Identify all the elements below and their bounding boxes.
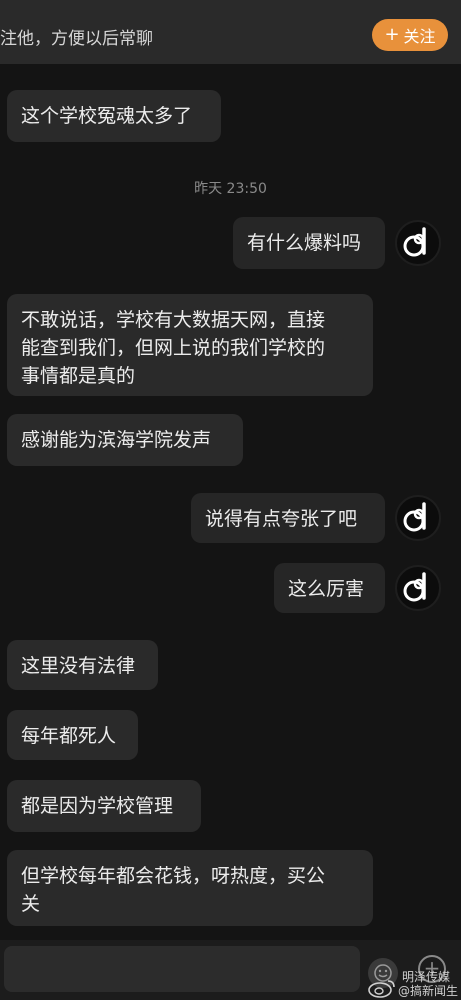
message-input[interactable]	[4, 946, 360, 992]
message-received: 这个学校冤魂太多了	[7, 90, 221, 142]
plus-icon: +	[384, 24, 400, 45]
avatar-logo-icon	[403, 502, 426, 532]
message-received: 都是因为学校管理	[7, 780, 201, 832]
message-received: 不敢说话，学校有大数据天网，直接 能查到我们，但网上说的我们学校的 事情都是真的	[7, 294, 373, 396]
watermark: 明泽传媒 @搞新闻生	[368, 968, 461, 1000]
user-avatar[interactable]	[395, 495, 441, 541]
message-received: 但学校每年都会花钱，呀热度，买公 关	[7, 850, 373, 926]
weibo-logo-icon	[368, 980, 395, 998]
message-received: 这里没有法律	[7, 640, 158, 690]
user-avatar[interactable]	[395, 220, 441, 266]
message-sent: 这么厉害	[274, 563, 385, 613]
follow-button[interactable]: + 关注	[372, 19, 448, 51]
message-received: 感谢能为滨海学院发声	[7, 414, 243, 466]
user-avatar[interactable]	[395, 565, 441, 611]
follow-button-label: 关注	[403, 27, 436, 46]
watermark-handle: @搞新闻生	[398, 984, 459, 998]
message-timestamp: 昨天 23:50	[194, 181, 267, 197]
message-sent: 说得有点夸张了吧	[191, 493, 385, 543]
watermark-brand: 明泽传媒	[402, 970, 451, 984]
follow-prompt-bar: 注他，方便以后常聊 + 关注	[0, 0, 461, 64]
message-sent: 有什么爆料吗	[233, 217, 385, 269]
avatar-logo-icon	[403, 572, 426, 602]
message-received: 每年都死人	[7, 710, 138, 760]
avatar-logo-icon	[403, 227, 426, 257]
follow-prompt-text: 注他，方便以后常聊	[0, 29, 153, 49]
